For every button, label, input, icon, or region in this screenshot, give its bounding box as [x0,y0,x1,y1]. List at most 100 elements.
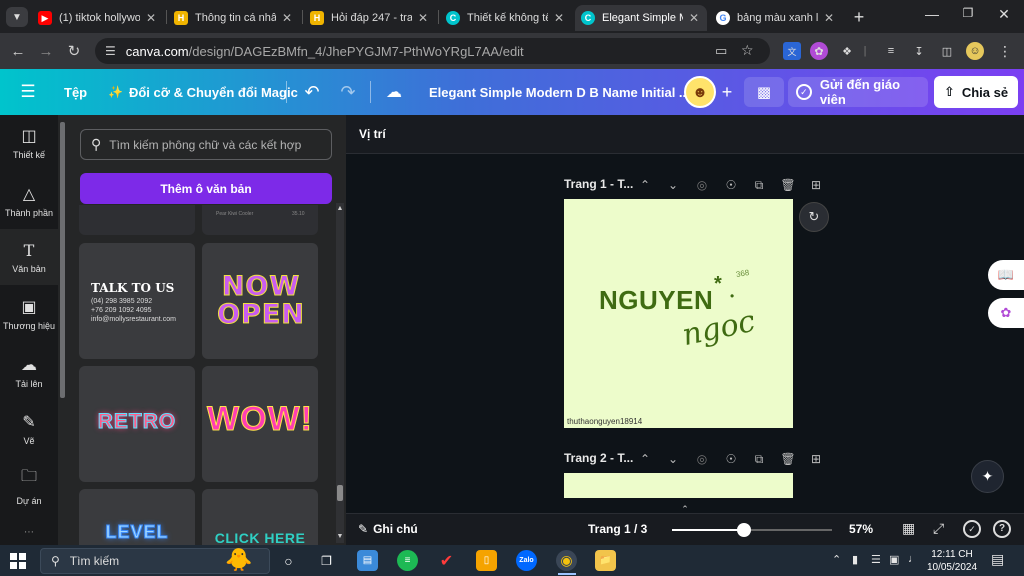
design-number[interactable]: 368 [735,268,750,279]
brain-extension-icon[interactable]: ✿ [810,42,828,60]
move-page-up-button[interactable]: ⌃ [636,176,654,194]
page-indicator[interactable]: Trang 1 / 3 [588,522,647,536]
file-menu-button[interactable]: Tệp [64,69,87,115]
design-title-nguyen[interactable]: NGUYEN [599,285,713,316]
text-combo-tile-level-up[interactable]: LEVEL [79,489,195,545]
scroll-down-arrow-icon[interactable]: ▼ [336,533,344,540]
position-button[interactable]: Vị trí [359,127,386,141]
zoom-slider[interactable] [672,523,832,537]
duplicate-page-button[interactable]: ⧉ [750,450,768,468]
browser-tab-6[interactable]: G bảng màu xanh lá ✕ [710,5,842,31]
reading-list-icon[interactable]: ≡ [882,42,900,60]
browser-tab-1[interactable]: ▶ (1) tiktok hollywood ✕ [32,5,164,31]
add-page-button[interactable]: ⊞ [807,450,825,468]
notification-center-icon[interactable]: ▤ [991,551,1004,568]
lock-page-button[interactable]: ☉ [722,450,740,468]
main-menu-button[interactable]: ☰ [16,80,40,104]
magic-resize-button[interactable]: ✨ Đổi cỡ & Chuyển đổi Magic [108,69,298,115]
site-settings-icon[interactable]: ☰ [105,44,116,58]
rail-item-text[interactable]: T Văn bản [0,229,58,285]
insights-button[interactable]: ▩ [744,77,784,107]
add-collaborator-button[interactable]: + [716,80,738,104]
fullscreen-button[interactable]: ⤢ [933,520,944,537]
zoom-slider-thumb[interactable] [737,523,751,537]
file-app-icon[interactable]: ▤ [357,550,378,571]
page-1-header[interactable]: Trang 1 - T... [564,177,633,191]
side-panel-icon[interactable]: ◫ [938,42,956,60]
more-apps-icon[interactable]: ⋯ [18,527,40,538]
bookmark-star-icon[interactable]: ☆ [741,42,754,59]
share-button[interactable]: ⇧ Chia sẻ [934,76,1018,108]
browser-tab-2[interactable]: H Thông tin cá nhân ✕ [168,5,300,31]
panel-scrollbar-thumb[interactable] [337,485,343,501]
undo-button[interactable]: ↶ [300,80,324,104]
cortana-icon[interactable]: ○ [278,550,299,571]
taskbar-search-box[interactable]: ⚲ Tìm kiếm 🐥 [40,547,270,574]
move-page-down-button[interactable]: ⌄ [664,176,682,194]
rail-item-brand[interactable]: ▣ Thương hiệu [0,286,58,342]
send-to-teacher-button[interactable]: ✓ Gửi đến giáo viên [788,77,928,107]
taskbar-clock[interactable]: 12:11 CH 10/05/2024 [926,548,978,574]
magic-assistant-button[interactable]: ✦ [971,460,1004,493]
translate-extension-icon[interactable]: 文 [783,42,801,60]
hide-page-button[interactable]: ◎ [693,450,711,468]
close-icon[interactable]: ✕ [144,11,158,25]
document-title[interactable]: Elegant Simple Modern D B Name Initial .… [429,69,690,115]
hide-page-button[interactable]: ◎ [693,176,711,194]
text-combo-tile-partial-1[interactable] [79,205,195,235]
text-combo-tile-click-here[interactable]: CLICK HERE [202,489,318,545]
red-check-app-icon[interactable]: ✔ [436,550,457,571]
add-text-box-button[interactable]: Thêm ô văn bản [80,173,332,204]
window-close-button[interactable]: ✕ [992,6,1016,28]
window-restore-button[interactable]: ❐ [956,6,980,28]
zoom-level[interactable]: 57% [849,522,873,536]
task-view-icon[interactable]: ❐ [316,550,337,571]
browser-menu-icon[interactable]: ⋮ [996,42,1014,60]
back-button[interactable]: ← [7,40,29,62]
close-icon[interactable]: ✕ [416,11,430,25]
grid-view-button[interactable]: ▦ [902,520,915,537]
text-combo-tile-now-open[interactable]: NOW OPEN [202,243,318,359]
downloads-icon[interactable]: ↧ [910,42,928,60]
notes-button[interactable]: ✎ Ghi chú [358,522,418,536]
design-handle-text[interactable]: thuthaonguyen18914 [567,417,642,426]
text-combo-tile-talk-to-us[interactable]: TALK TO US (04) 298 3985 2092 +76 209 10… [79,243,195,359]
design-page-1[interactable]: NGUYEN * • 368 ngoc thuthaonguyen18914 [564,199,793,428]
help-button[interactable]: ? [993,520,1011,538]
delete-page-button[interactable]: 🗑 [779,450,797,468]
font-search-input[interactable]: ⚲ Tìm kiếm phông chữ và các kết hợp [80,129,332,160]
notes-app-icon[interactable]: ▯ [476,550,497,571]
tab-search-button[interactable]: ▼ [6,7,28,27]
close-icon[interactable]: ✕ [280,11,294,25]
cloud-saved-button[interactable]: ☁ [382,80,406,104]
text-combo-tile-partial-2[interactable]: Pear Kiwi Cooler 35.10 [202,205,318,235]
start-button[interactable] [10,553,26,569]
close-icon[interactable]: ✕ [687,11,701,25]
rail-item-projects[interactable]: 🗀 Dự án [0,457,58,513]
lock-page-button[interactable]: ☉ [722,176,740,194]
accessibility-check-button[interactable]: ✓ [963,520,981,538]
browser-tab-5-active[interactable]: C Elegant Simple Mo ✕ [575,5,707,31]
scroll-up-arrow-icon[interactable]: ▲ [336,205,344,212]
duplicate-page-button[interactable]: ⧉ [750,176,768,194]
page-comment-button[interactable]: ↻ [799,202,829,232]
add-page-button[interactable]: ⊞ [807,176,825,194]
page-2-header[interactable]: Trang 2 - T... [564,451,633,465]
reading-mode-button[interactable]: 📖 [988,260,1024,290]
design-page-2[interactable] [564,473,793,498]
close-icon[interactable]: ✕ [822,11,836,25]
delete-page-button[interactable]: 🗑 [779,176,797,194]
address-bar[interactable]: ☰ canva.com /design/DAGEzBMfn_4/JhePYGJM… [95,38,770,64]
collaborator-avatar[interactable]: ☻ [684,76,716,108]
spotify-icon[interactable]: ≡ [397,550,418,571]
reload-button[interactable]: ↻ [63,40,85,62]
extensions-puzzle-icon[interactable]: ❖ [838,42,856,60]
chrome-icon[interactable]: ◉ [556,550,577,571]
forward-button[interactable]: → [35,40,57,62]
rail-item-design[interactable]: ◫ Thiết kế [0,115,58,171]
tray-battery-icon[interactable]: ▮ [852,553,858,566]
install-app-icon[interactable]: ▭ [715,43,727,59]
ai-assistant-button[interactable]: ✿ [988,298,1024,328]
text-combo-tile-wow[interactable]: WOW! [202,366,318,482]
rail-item-uploads[interactable]: ☁ Tải lên [0,344,58,400]
